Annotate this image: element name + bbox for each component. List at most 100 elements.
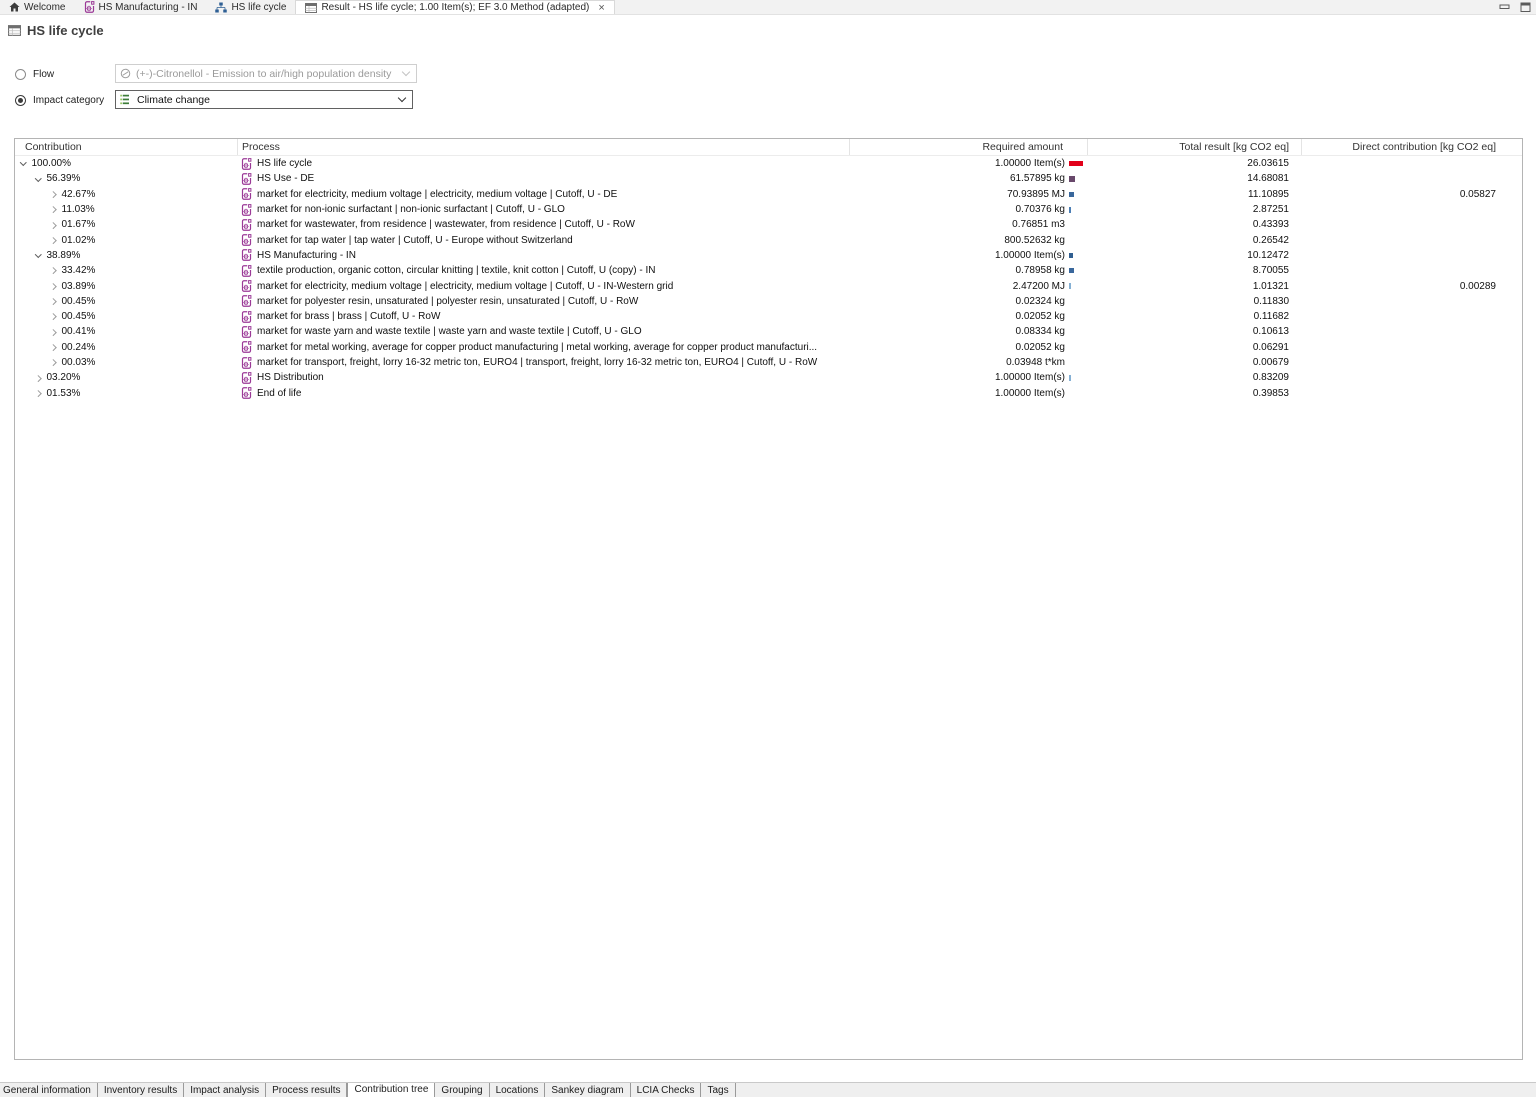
impact-category-dropdown[interactable]: Climate change bbox=[115, 90, 413, 109]
impact-category-dropdown-value: Climate change bbox=[137, 94, 394, 106]
chevron-right-icon[interactable] bbox=[50, 344, 56, 350]
chevron-right-icon[interactable] bbox=[50, 206, 56, 212]
bottom-tab-locations[interactable]: Locations bbox=[490, 1083, 546, 1097]
contribution-cell: 11.03% bbox=[15, 204, 237, 215]
required-amount-cell: 61.57895 kg bbox=[849, 173, 1087, 184]
required-amount-cell: 0.08334 kg bbox=[849, 326, 1087, 337]
tree-row[interactable]: 01.02% market for tap water | tap water … bbox=[15, 232, 1522, 247]
process-name: HS Distribution bbox=[257, 372, 324, 383]
process-icon bbox=[241, 188, 252, 200]
process-icon bbox=[84, 1, 95, 13]
contribution-tree-table: Contribution Process Required amount Tot… bbox=[14, 138, 1523, 1060]
chevron-right-icon[interactable] bbox=[50, 298, 56, 304]
flow-dropdown: (+-)-Citronellol - Emission to air/high … bbox=[115, 64, 417, 83]
required-amount-cell: 0.78958 kg bbox=[849, 265, 1087, 276]
total-result: 0.83209 bbox=[1087, 372, 1301, 383]
chevron-right-icon[interactable] bbox=[35, 390, 41, 396]
bottom-tab-tags[interactable]: Tags bbox=[701, 1083, 735, 1097]
required-amount: 2.47200 MJ bbox=[1013, 281, 1065, 292]
chevron-right-icon[interactable] bbox=[50, 359, 56, 365]
column-header-process[interactable]: Process bbox=[237, 139, 849, 155]
required-amount: 1.00000 Item(s) bbox=[995, 158, 1065, 169]
contribution-cell: 33.42% bbox=[15, 265, 237, 276]
chevron-right-icon[interactable] bbox=[50, 222, 56, 228]
tree-row[interactable]: 00.24% market for metal working, average… bbox=[15, 340, 1522, 355]
close-icon[interactable]: × bbox=[598, 3, 604, 13]
bottom-tab-inventory-results[interactable]: Inventory results bbox=[98, 1083, 184, 1097]
contribution-bar-zone bbox=[1065, 253, 1087, 258]
chevron-right-icon[interactable] bbox=[50, 268, 56, 274]
column-header-direct-contribution[interactable]: Direct contribution [kg CO2 eq] bbox=[1301, 139, 1522, 155]
tree-row[interactable]: 00.45% market for brass | brass | Cutoff… bbox=[15, 309, 1522, 324]
tree-row[interactable]: 03.20% HS Distribution1.00000 Item(s)0.8… bbox=[15, 370, 1522, 385]
bottom-tab-impact-analysis[interactable]: Impact analysis bbox=[184, 1083, 266, 1097]
required-amount: 1.00000 Item(s) bbox=[995, 388, 1065, 399]
process-name: market for electricity, medium voltage |… bbox=[257, 281, 673, 292]
bottom-tab-lcia-checks[interactable]: LCIA Checks bbox=[631, 1083, 702, 1097]
bottom-tab-process-results[interactable]: Process results bbox=[266, 1083, 347, 1097]
chevron-right-icon[interactable] bbox=[35, 375, 41, 381]
tree-row[interactable]: 56.39% HS Use - DE61.57895 kg14.68081 bbox=[15, 171, 1522, 186]
process-icon bbox=[241, 357, 252, 369]
editor-tab[interactable]: HS Manufacturing - IN bbox=[75, 0, 207, 14]
bottom-tab-grouping[interactable]: Grouping bbox=[435, 1083, 489, 1097]
process-icon bbox=[241, 173, 252, 185]
table-header-row: Contribution Process Required amount Tot… bbox=[15, 139, 1522, 156]
required-amount: 0.02324 kg bbox=[1016, 296, 1066, 307]
process-name: market for tap water | tap water | Cutof… bbox=[257, 235, 573, 246]
tree-row[interactable]: 01.67% market for wastewater, from resid… bbox=[15, 217, 1522, 232]
editor-tab[interactable]: Result - HS life cycle; 1.00 Item(s); EF… bbox=[295, 0, 614, 14]
process-icon bbox=[241, 341, 252, 353]
process-name: textile production, organic cotton, circ… bbox=[257, 265, 656, 276]
contribution-percent: 00.41% bbox=[62, 326, 96, 337]
required-amount: 61.57895 kg bbox=[1010, 173, 1065, 184]
tree-row[interactable]: 00.41% market for waste yarn and waste t… bbox=[15, 324, 1522, 339]
column-header-total-result[interactable]: Total result [kg CO2 eq] bbox=[1087, 139, 1301, 155]
chevron-right-icon[interactable] bbox=[50, 283, 56, 289]
view-window-controls bbox=[1498, 1, 1532, 13]
bottom-tab-contribution-tree[interactable]: Contribution tree bbox=[347, 1082, 435, 1097]
required-amount-cell: 0.02052 kg bbox=[849, 342, 1087, 353]
page-header: HS life cycle bbox=[8, 23, 104, 38]
tree-row[interactable]: 01.53% End of life1.00000 Item(s)0.39853 bbox=[15, 385, 1522, 400]
contribution-bar-zone bbox=[1065, 283, 1087, 289]
chevron-right-icon[interactable] bbox=[50, 191, 56, 197]
required-amount: 0.03948 t*km bbox=[1006, 357, 1065, 368]
process-icon bbox=[241, 204, 252, 216]
chevron-down-icon[interactable] bbox=[20, 159, 26, 165]
required-amount-cell: 800.52632 kg bbox=[849, 235, 1087, 246]
chevron-right-icon[interactable] bbox=[50, 237, 56, 243]
flow-radio[interactable] bbox=[15, 69, 26, 80]
tree-row[interactable]: 100.00% HS life cycle1.00000 Item(s)26.0… bbox=[15, 156, 1522, 171]
impact-category-radio[interactable] bbox=[15, 95, 26, 106]
column-header-required-amount[interactable]: Required amount bbox=[849, 139, 1087, 155]
tree-row[interactable]: 03.89% market for electricity, medium vo… bbox=[15, 278, 1522, 293]
process-name: market for waste yarn and waste textile … bbox=[257, 326, 642, 337]
required-amount: 1.00000 Item(s) bbox=[995, 250, 1065, 261]
contribution-cell: 00.45% bbox=[15, 311, 237, 322]
chevron-down-icon[interactable] bbox=[35, 175, 41, 181]
chevron-right-icon[interactable] bbox=[50, 329, 56, 335]
process-cell: market for non-ionic surfactant | non-io… bbox=[237, 204, 849, 216]
tree-row[interactable]: 11.03% market for non-ionic surfactant |… bbox=[15, 202, 1522, 217]
bottom-tab-general-information[interactable]: General information bbox=[0, 1083, 98, 1097]
minimize-view-icon[interactable] bbox=[1498, 1, 1511, 13]
required-amount-cell: 0.02324 kg bbox=[849, 296, 1087, 307]
tree-row[interactable]: 00.45% market for polyester resin, unsat… bbox=[15, 294, 1522, 309]
process-cell: textile production, organic cotton, circ… bbox=[237, 265, 849, 277]
required-amount: 0.78958 kg bbox=[1016, 265, 1066, 276]
tree-row[interactable]: 38.89% HS Manufacturing - IN1.00000 Item… bbox=[15, 248, 1522, 263]
column-header-contribution[interactable]: Contribution bbox=[15, 139, 237, 155]
maximize-view-icon[interactable] bbox=[1519, 1, 1532, 13]
process-name: market for transport, freight, lorry 16-… bbox=[257, 357, 817, 368]
tree-row[interactable]: 33.42% textile production, organic cotto… bbox=[15, 263, 1522, 278]
chevron-down-icon[interactable] bbox=[35, 251, 41, 257]
editor-tab[interactable]: Welcome bbox=[0, 0, 75, 14]
chevron-right-icon[interactable] bbox=[50, 313, 56, 319]
contribution-cell: 38.89% bbox=[15, 250, 237, 261]
editor-tab[interactable]: HS life cycle bbox=[206, 0, 295, 14]
tree-row[interactable]: 42.67% market for electricity, medium vo… bbox=[15, 187, 1522, 202]
bottom-tab-sankey-diagram[interactable]: Sankey diagram bbox=[545, 1083, 630, 1097]
total-result: 0.43393 bbox=[1087, 219, 1301, 230]
tree-row[interactable]: 00.03% market for transport, freight, lo… bbox=[15, 355, 1522, 370]
